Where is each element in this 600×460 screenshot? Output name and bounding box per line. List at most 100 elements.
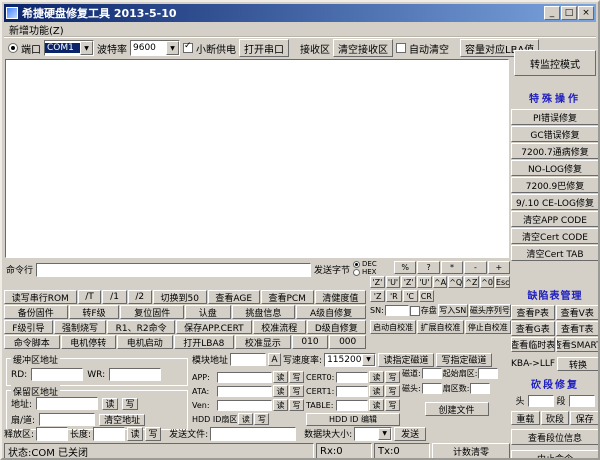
- function-button[interactable]: 转F级: [69, 305, 120, 319]
- save-checkbox[interactable]: [410, 306, 420, 316]
- dropdown-arrow-icon[interactable]: ▼: [166, 41, 179, 55]
- command-input[interactable]: [36, 263, 311, 277]
- char-button[interactable]: %: [394, 261, 416, 274]
- function-button[interactable]: 清健度值: [315, 290, 366, 304]
- char-button[interactable]: Esc: [495, 276, 510, 288]
- baud-select[interactable]: 9600 ▼: [130, 40, 180, 56]
- segment-input[interactable]: [569, 395, 595, 407]
- function-button[interactable]: 认盘: [185, 305, 231, 319]
- special-op-button[interactable]: 7200.9巴修复: [511, 177, 599, 193]
- defect-table-button[interactable]: 查看T表: [556, 321, 600, 336]
- track-input[interactable]: [422, 368, 442, 379]
- function-button[interactable]: /1: [102, 290, 126, 304]
- char-button[interactable]: 'U': [386, 276, 401, 288]
- char-button[interactable]: CR: [419, 290, 434, 302]
- defect-table-button[interactable]: 查看G表: [511, 321, 555, 336]
- special-op-button[interactable]: 清空Cert CODE: [511, 228, 599, 244]
- io-input[interactable]: [217, 400, 272, 411]
- titlebar[interactable]: 希捷硬盘修复工具 2013-5-10 _ □ ×: [4, 4, 596, 22]
- module-address-input[interactable]: [230, 353, 266, 366]
- special-op-button[interactable]: 9/.10 CE-LOG修复: [511, 194, 599, 210]
- special-op-button[interactable]: 7200.7通病修复: [511, 143, 599, 159]
- dropdown-arrow-icon[interactable]: ▼: [362, 354, 375, 366]
- sector-track-input[interactable]: [39, 413, 95, 426]
- read-button[interactable]: 读: [273, 371, 288, 383]
- open-port-button[interactable]: 打开串口: [239, 39, 289, 57]
- function-button[interactable]: F级引导: [4, 320, 53, 334]
- read-button[interactable]: 读: [273, 385, 288, 397]
- special-op-button[interactable]: 清空APP CODE: [511, 211, 599, 227]
- function-button[interactable]: 切换到50: [153, 290, 207, 304]
- defect-table-button[interactable]: 查看V表: [556, 305, 600, 320]
- char-button[interactable]: ?: [417, 261, 439, 274]
- function-button[interactable]: 复位固件: [120, 305, 184, 319]
- function-button[interactable]: /T: [78, 290, 102, 304]
- function-button[interactable]: /2: [128, 290, 152, 304]
- write-button[interactable]: 写: [289, 399, 304, 411]
- char-button[interactable]: 'Z: [370, 290, 385, 302]
- io-input[interactable]: [336, 372, 368, 383]
- function-button[interactable]: 010: [292, 335, 329, 349]
- function-button[interactable]: 电机启动: [117, 335, 173, 349]
- read-button[interactable]: 读: [102, 398, 118, 410]
- power-checkbox[interactable]: ✓: [183, 43, 193, 53]
- function-button[interactable]: D级自修复: [307, 320, 367, 334]
- sector-count-input[interactable]: [470, 383, 490, 394]
- function-button[interactable]: 挑盘信息: [232, 305, 296, 319]
- rd-input[interactable]: [31, 368, 83, 381]
- close-button[interactable]: ×: [578, 6, 594, 20]
- dropdown-arrow-icon[interactable]: ▼: [80, 41, 93, 55]
- module-a-button[interactable]: A: [268, 353, 281, 366]
- block-size-select[interactable]: ▼: [354, 427, 392, 441]
- function-button[interactable]: 查看AGE: [208, 290, 260, 304]
- write-sn-button[interactable]: 写入SN: [438, 304, 468, 317]
- abort-command-button[interactable]: 中止命令: [511, 450, 599, 460]
- char-button[interactable]: 'C: [403, 290, 418, 302]
- function-button[interactable]: R1、R2命令: [107, 320, 175, 334]
- port-radio[interactable]: [8, 43, 18, 53]
- clear-recv-button[interactable]: 清空接收区: [333, 39, 393, 57]
- calibration-button[interactable]: 停止自校准: [465, 320, 511, 334]
- sn-input[interactable]: [385, 305, 409, 316]
- function-button[interactable]: 强制烧写: [54, 320, 107, 334]
- char-button[interactable]: +: [488, 261, 510, 274]
- defect-table-button[interactable]: 查看SMART: [556, 337, 600, 352]
- read-button[interactable]: 读: [369, 385, 384, 397]
- cut-segment-button[interactable]: 重载: [511, 411, 540, 425]
- write-button[interactable]: 写: [385, 399, 400, 411]
- char-button[interactable]: 'R: [386, 290, 401, 302]
- special-op-button[interactable]: GC错误修复: [511, 126, 599, 142]
- char-button[interactable]: *: [441, 261, 463, 274]
- head-number-input[interactable]: [422, 383, 442, 394]
- write-button[interactable]: 写: [289, 371, 304, 383]
- length-input[interactable]: [93, 427, 125, 441]
- clear-count-button[interactable]: 计数清零: [432, 443, 510, 459]
- read-button[interactable]: 读: [273, 399, 288, 411]
- defect-table-button[interactable]: 查看P表: [511, 305, 555, 320]
- hdd-id-edit-button[interactable]: HDD ID 编辑: [306, 413, 400, 426]
- write-button[interactable]: 写: [385, 371, 400, 383]
- function-button[interactable]: 备份固件: [4, 305, 68, 319]
- receive-area[interactable]: [5, 59, 509, 258]
- write-button[interactable]: 写: [122, 398, 138, 410]
- dec-radio[interactable]: [353, 261, 360, 268]
- write-speed-select[interactable]: 115200 ▼: [324, 353, 376, 367]
- function-button[interactable]: 000: [329, 335, 366, 349]
- function-button[interactable]: 保存APP.CERT: [176, 320, 252, 334]
- char-button[interactable]: ^Q: [448, 276, 463, 288]
- special-op-button[interactable]: NO-LOG修复: [511, 160, 599, 176]
- create-file-button[interactable]: 创建文件: [425, 402, 489, 416]
- read-button[interactable]: 读: [127, 427, 143, 441]
- char-button[interactable]: 'Z': [401, 276, 416, 288]
- read-button[interactable]: 读: [369, 371, 384, 383]
- convert-button[interactable]: 转换: [557, 357, 599, 371]
- hex-radio[interactable]: [353, 269, 360, 276]
- write-button[interactable]: 写: [289, 385, 304, 397]
- char-button[interactable]: ^0: [480, 276, 495, 288]
- calibration-button[interactable]: 启动自校准: [370, 320, 416, 334]
- function-button[interactable]: 查看PCM: [261, 290, 314, 304]
- write-button[interactable]: 写: [254, 413, 269, 425]
- char-button[interactable]: -: [464, 261, 486, 274]
- function-button[interactable]: 命令脚本: [4, 335, 60, 349]
- read-track-button[interactable]: 读指定磁道: [378, 353, 434, 367]
